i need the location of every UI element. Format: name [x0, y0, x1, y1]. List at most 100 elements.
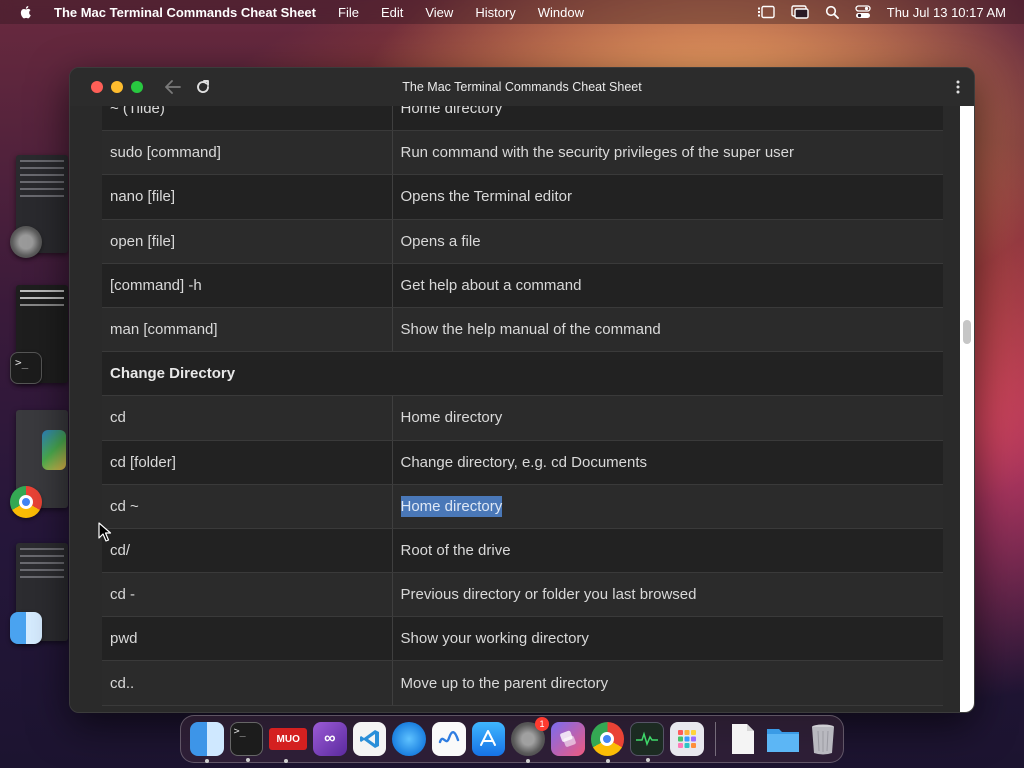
description-cell: Opens a file — [392, 218, 943, 264]
section-title: Change Directory — [102, 351, 943, 397]
description-cell: Home directory — [392, 395, 943, 441]
command-cell: cd [folder] — [102, 439, 393, 485]
dock-separator — [714, 722, 716, 756]
command-cell: open [file] — [102, 218, 393, 264]
active-app-name[interactable]: The Mac Terminal Commands Cheat Sheet — [54, 5, 316, 20]
dock-finder[interactable] — [190, 722, 224, 763]
description-cell: Move up to the parent directory — [392, 660, 943, 706]
command-cell: cd - — [102, 572, 393, 618]
table-row: [command] -h Get help about a command — [102, 262, 943, 308]
spotlight-search-icon[interactable] — [825, 5, 839, 19]
table-row: pwd Show your working directory — [102, 616, 943, 662]
chrome-icon — [600, 732, 615, 746]
commands-table: ~ (Tilde) Home directory sudo [command] Run… — [102, 106, 943, 706]
shortcuts-icon — [559, 730, 576, 747]
dock-visual-studio[interactable]: ∞ — [313, 722, 347, 756]
dock-app-store[interactable] — [471, 722, 506, 756]
menu-window[interactable]: Window — [538, 5, 584, 20]
command-cell: nano [file] — [102, 174, 393, 220]
apple-menu-icon[interactable] — [18, 4, 34, 20]
command-cell: ~ (Tilde) — [102, 106, 393, 132]
description-cell: Opens the Terminal editor — [392, 174, 943, 220]
document-icon — [732, 724, 755, 754]
dock-safari[interactable] — [392, 722, 426, 756]
visual-studio-icon: ∞ — [324, 730, 336, 747]
window-controls — [91, 81, 143, 93]
menu-bar-clock[interactable]: Thu Jul 13 10:17 AM — [887, 5, 1006, 20]
dock-trash[interactable] — [806, 722, 840, 756]
dock-muo[interactable]: MUO — [269, 728, 308, 763]
terminal-icon: >_ — [10, 352, 42, 384]
page-content: ~ (Tilde) Home directory sudo [command] Run… — [70, 106, 962, 712]
description-cell: Get help about a command — [392, 262, 943, 308]
app-store-icon — [480, 730, 497, 746]
title-bar: The Mac Terminal Commands Cheat Sheet — [70, 68, 974, 106]
reload-button[interactable] — [195, 79, 211, 95]
menu-file[interactable]: File — [338, 5, 359, 20]
minimize-window-button[interactable] — [111, 81, 123, 93]
more-options-button[interactable] — [956, 80, 960, 99]
launchpad-icon — [677, 730, 696, 748]
browser-window: The Mac Terminal Commands Cheat Sheet ~ … — [69, 67, 975, 713]
command-cell: cd ~ — [102, 483, 393, 529]
table-row: ~ (Tilde) Home directory — [102, 106, 943, 132]
command-cell: pwd — [102, 616, 393, 662]
vertical-scrollbar[interactable] — [960, 106, 974, 712]
selected-text: Home directory — [400, 495, 503, 517]
folder-icon — [767, 729, 800, 752]
arrow-left-icon — [165, 80, 181, 94]
system-settings-icon — [10, 226, 42, 258]
muo-icon: MUO — [276, 733, 300, 745]
description-cell: Home directory — [392, 483, 943, 529]
command-cell: cd.. — [102, 660, 393, 706]
dock-document[interactable] — [727, 722, 761, 756]
finder-icon — [10, 612, 42, 644]
dock-system-settings[interactable]: 1 — [511, 717, 549, 763]
description-cell: Home directory — [392, 106, 943, 132]
menu-edit[interactable]: Edit — [381, 5, 403, 20]
stage-manager-icon[interactable] — [757, 5, 775, 19]
menu-bar: The Mac Terminal Commands Cheat Sheet Fi… — [0, 0, 1024, 24]
maximize-window-button[interactable] — [131, 81, 143, 93]
dock-shortcuts[interactable] — [550, 722, 585, 756]
dock-activity-monitor[interactable] — [630, 722, 664, 762]
dock-launchpad[interactable] — [669, 722, 704, 756]
description-cell: Change directory, e.g. cd Documents — [392, 439, 943, 485]
command-cell: cd/ — [102, 527, 393, 574]
table-row: cd [folder] Change directory, e.g. cd Doc… — [102, 439, 943, 485]
menu-history[interactable]: History — [475, 5, 515, 20]
description-cell: Show the help manual of the command — [392, 306, 943, 353]
dock-chrome[interactable] — [590, 722, 625, 763]
table-row: cd ~ Home directory — [102, 483, 943, 529]
command-cell: sudo [command] — [102, 130, 393, 176]
table-row: cd.. Move up to the parent directory — [102, 660, 943, 706]
close-window-button[interactable] — [91, 81, 103, 93]
table-row: open [file] Opens a file — [102, 218, 943, 264]
mouse-cursor-icon — [98, 522, 112, 542]
command-cell: [command] -h — [102, 262, 393, 308]
dock-terminal[interactable]: >_ — [229, 722, 264, 762]
dock-vscode[interactable] — [352, 722, 387, 756]
command-cell: cd — [102, 395, 393, 441]
safari-icon — [405, 735, 414, 743]
table-row: cd - Previous directory or folder you las… — [102, 572, 943, 618]
notification-badge: 1 — [534, 717, 549, 731]
dock-freeform[interactable] — [432, 722, 466, 756]
table-row: man [command] Show the help manual of the… — [102, 306, 943, 353]
table-row: sudo [command] Run command with the secur… — [102, 130, 943, 176]
kebab-menu-icon — [956, 80, 960, 94]
dock-downloads-folder[interactable] — [766, 722, 800, 756]
screen-mirroring-icon[interactable] — [791, 5, 809, 19]
back-button[interactable] — [165, 80, 181, 94]
menu-view[interactable]: View — [425, 5, 453, 20]
dock: >_ MUO ∞ 1 — [180, 715, 844, 763]
freeform-icon — [438, 731, 460, 744]
chrome-icon — [10, 486, 42, 518]
description-cell: Show your working directory — [392, 616, 943, 662]
vscode-icon — [359, 730, 379, 748]
description-cell: Run command with the security privileges… — [392, 130, 943, 176]
control-center-icon[interactable] — [855, 5, 871, 19]
scrollbar-thumb[interactable] — [963, 320, 971, 344]
activity-monitor-icon — [636, 731, 659, 747]
section-header-row: Change Directory — [102, 351, 943, 397]
